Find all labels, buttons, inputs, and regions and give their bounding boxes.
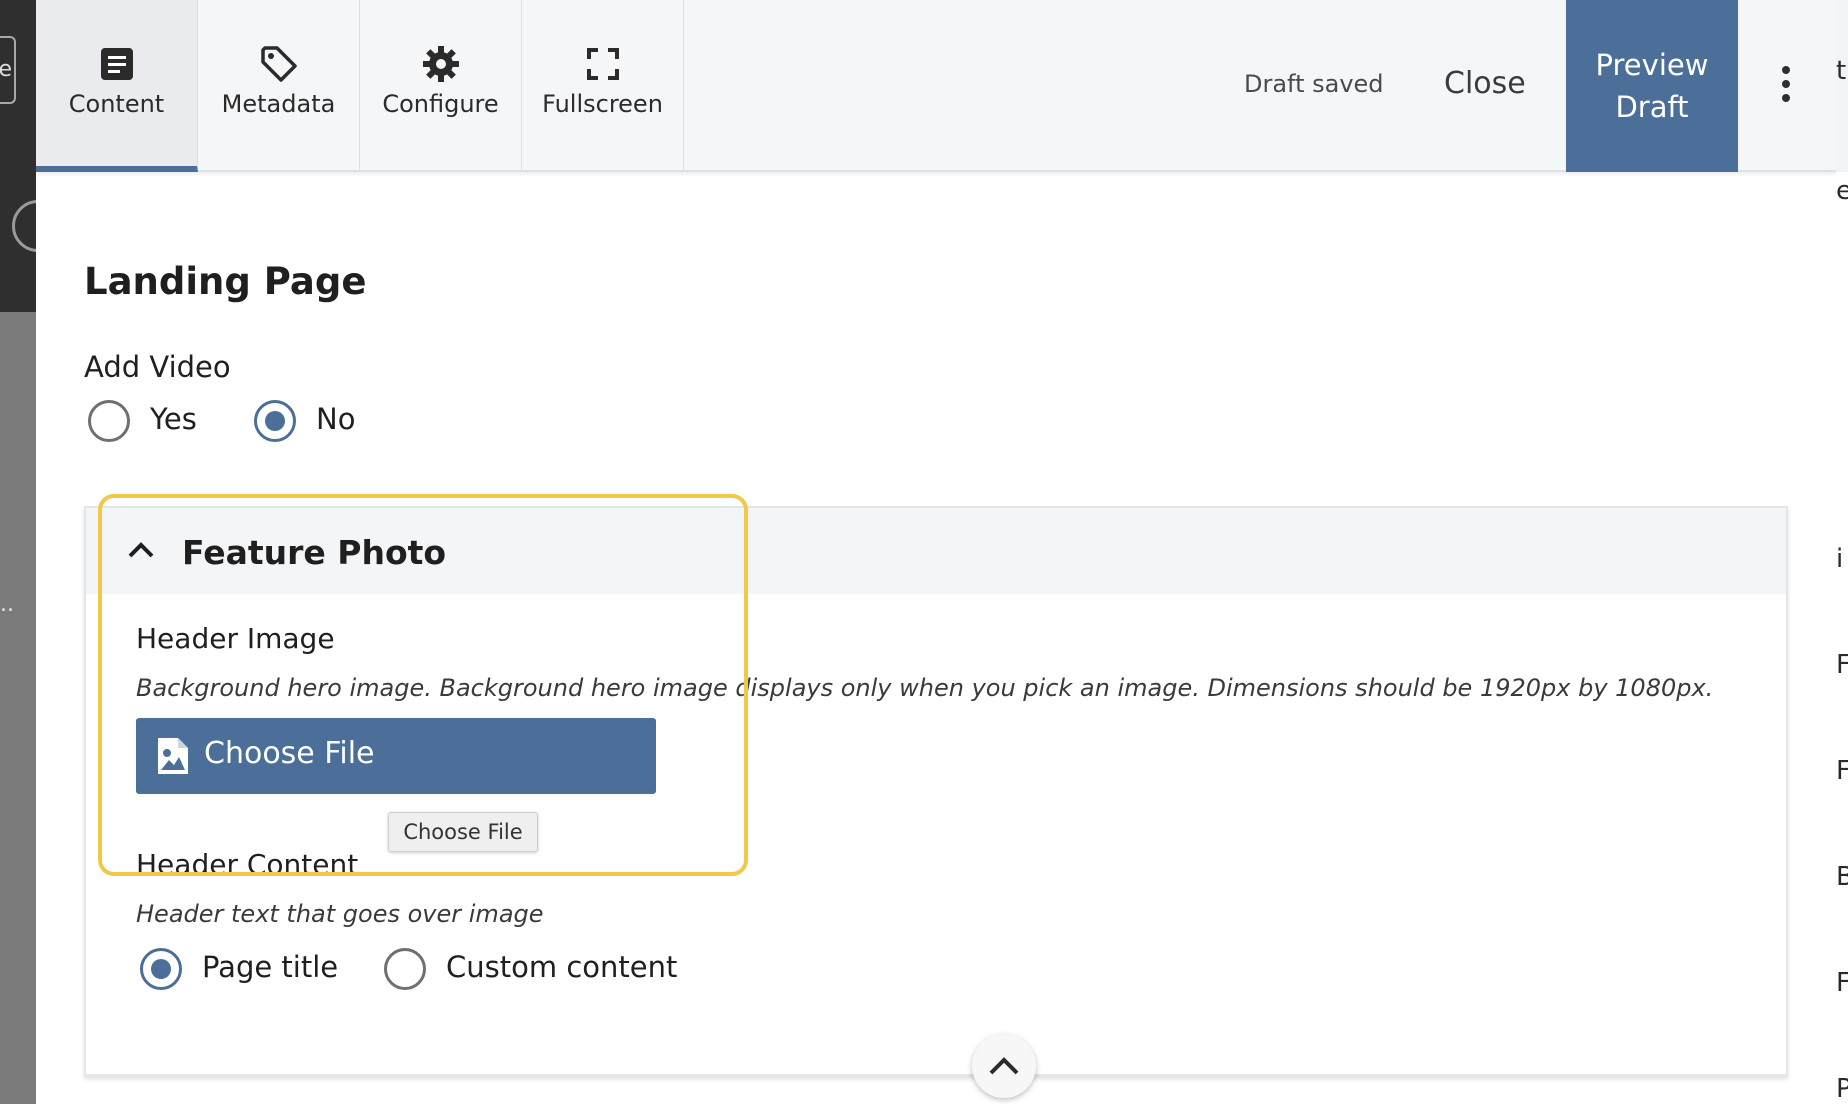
header-image-label: Header Image — [136, 622, 335, 655]
more-options-icon[interactable] — [1776, 66, 1796, 106]
tab-configure[interactable]: Configure — [360, 0, 522, 172]
choose-file-tooltip: Choose File — [388, 812, 538, 852]
tab-label: Metadata — [221, 90, 336, 118]
image-file-icon — [158, 738, 188, 774]
background-text-fragment: F — [1836, 650, 1848, 680]
background-text-fragment: F — [1836, 968, 1848, 998]
tab-metadata[interactable]: Metadata — [198, 0, 360, 172]
tab-label: Configure — [382, 90, 499, 118]
background-text-fragment: F — [1836, 756, 1848, 786]
background-ellipsis: .. — [0, 592, 14, 617]
background-button-fragment: e — [0, 36, 16, 104]
background-text-fragment: e — [1836, 176, 1848, 206]
preview-label-line2: Draft — [1615, 90, 1689, 124]
background-page-left: e .. — [0, 0, 64, 1104]
scroll-to-top-button[interactable] — [972, 1034, 1036, 1098]
content-icon — [36, 42, 197, 86]
draft-status: Draft saved — [1244, 70, 1384, 98]
choose-file-label: Choose File — [204, 736, 375, 771]
add-video-yes-label[interactable]: Yes — [150, 402, 197, 436]
custom-content-radio[interactable] — [384, 948, 426, 990]
background-header-fragment — [1836, 0, 1848, 172]
header-content-label: Header Content — [136, 848, 359, 881]
background-text-fragment: B — [1836, 862, 1848, 892]
background-text-fragment: P — [1836, 1074, 1848, 1104]
add-video-no-radio[interactable] — [254, 400, 296, 442]
editor-modal: Content Metadata Configure Fullscreen Dr… — [36, 0, 1836, 1104]
tab-label: Fullscreen — [542, 90, 663, 118]
add-video-yes-radio[interactable] — [88, 400, 130, 442]
page-title-radio[interactable] — [140, 948, 182, 990]
close-button[interactable]: Close — [1444, 66, 1526, 101]
chevron-up-icon — [989, 1057, 1019, 1075]
background-text-fragment: i — [1836, 544, 1844, 574]
preview-draft-button[interactable]: Preview Draft — [1566, 0, 1738, 172]
header-content-help: Header text that goes over image — [136, 900, 544, 928]
custom-content-label[interactable]: Custom content — [446, 950, 677, 984]
feature-photo-title: Feature Photo — [182, 533, 447, 572]
feature-photo-panel: Feature Photo Header Image Background he… — [84, 506, 1788, 1076]
tab-fullscreen[interactable]: Fullscreen — [522, 0, 684, 172]
tab-label: Content — [68, 90, 165, 118]
chevron-up-icon — [128, 542, 154, 558]
tag-icon — [198, 42, 359, 86]
page-title: Landing Page — [84, 260, 367, 303]
feature-photo-header[interactable]: Feature Photo — [86, 508, 1786, 594]
choose-file-button[interactable]: Choose File — [136, 718, 656, 794]
background-text-fragment: t — [1836, 56, 1847, 86]
editor-toolbar: Content Metadata Configure Fullscreen Dr… — [36, 0, 1836, 172]
header-image-help: Background hero image. Background hero i… — [136, 674, 1714, 702]
add-video-label: Add Video — [84, 350, 231, 384]
page-title-label[interactable]: Page title — [202, 950, 338, 984]
background-page-right: t e i F F B F P — [1836, 0, 1848, 1104]
preview-label-line1: Preview — [1595, 48, 1709, 82]
background-overlay-region — [0, 312, 36, 1104]
add-video-no-label[interactable]: No — [316, 402, 355, 436]
gear-icon — [360, 42, 521, 86]
fullscreen-icon — [522, 42, 683, 86]
tab-content[interactable]: Content — [36, 0, 198, 172]
